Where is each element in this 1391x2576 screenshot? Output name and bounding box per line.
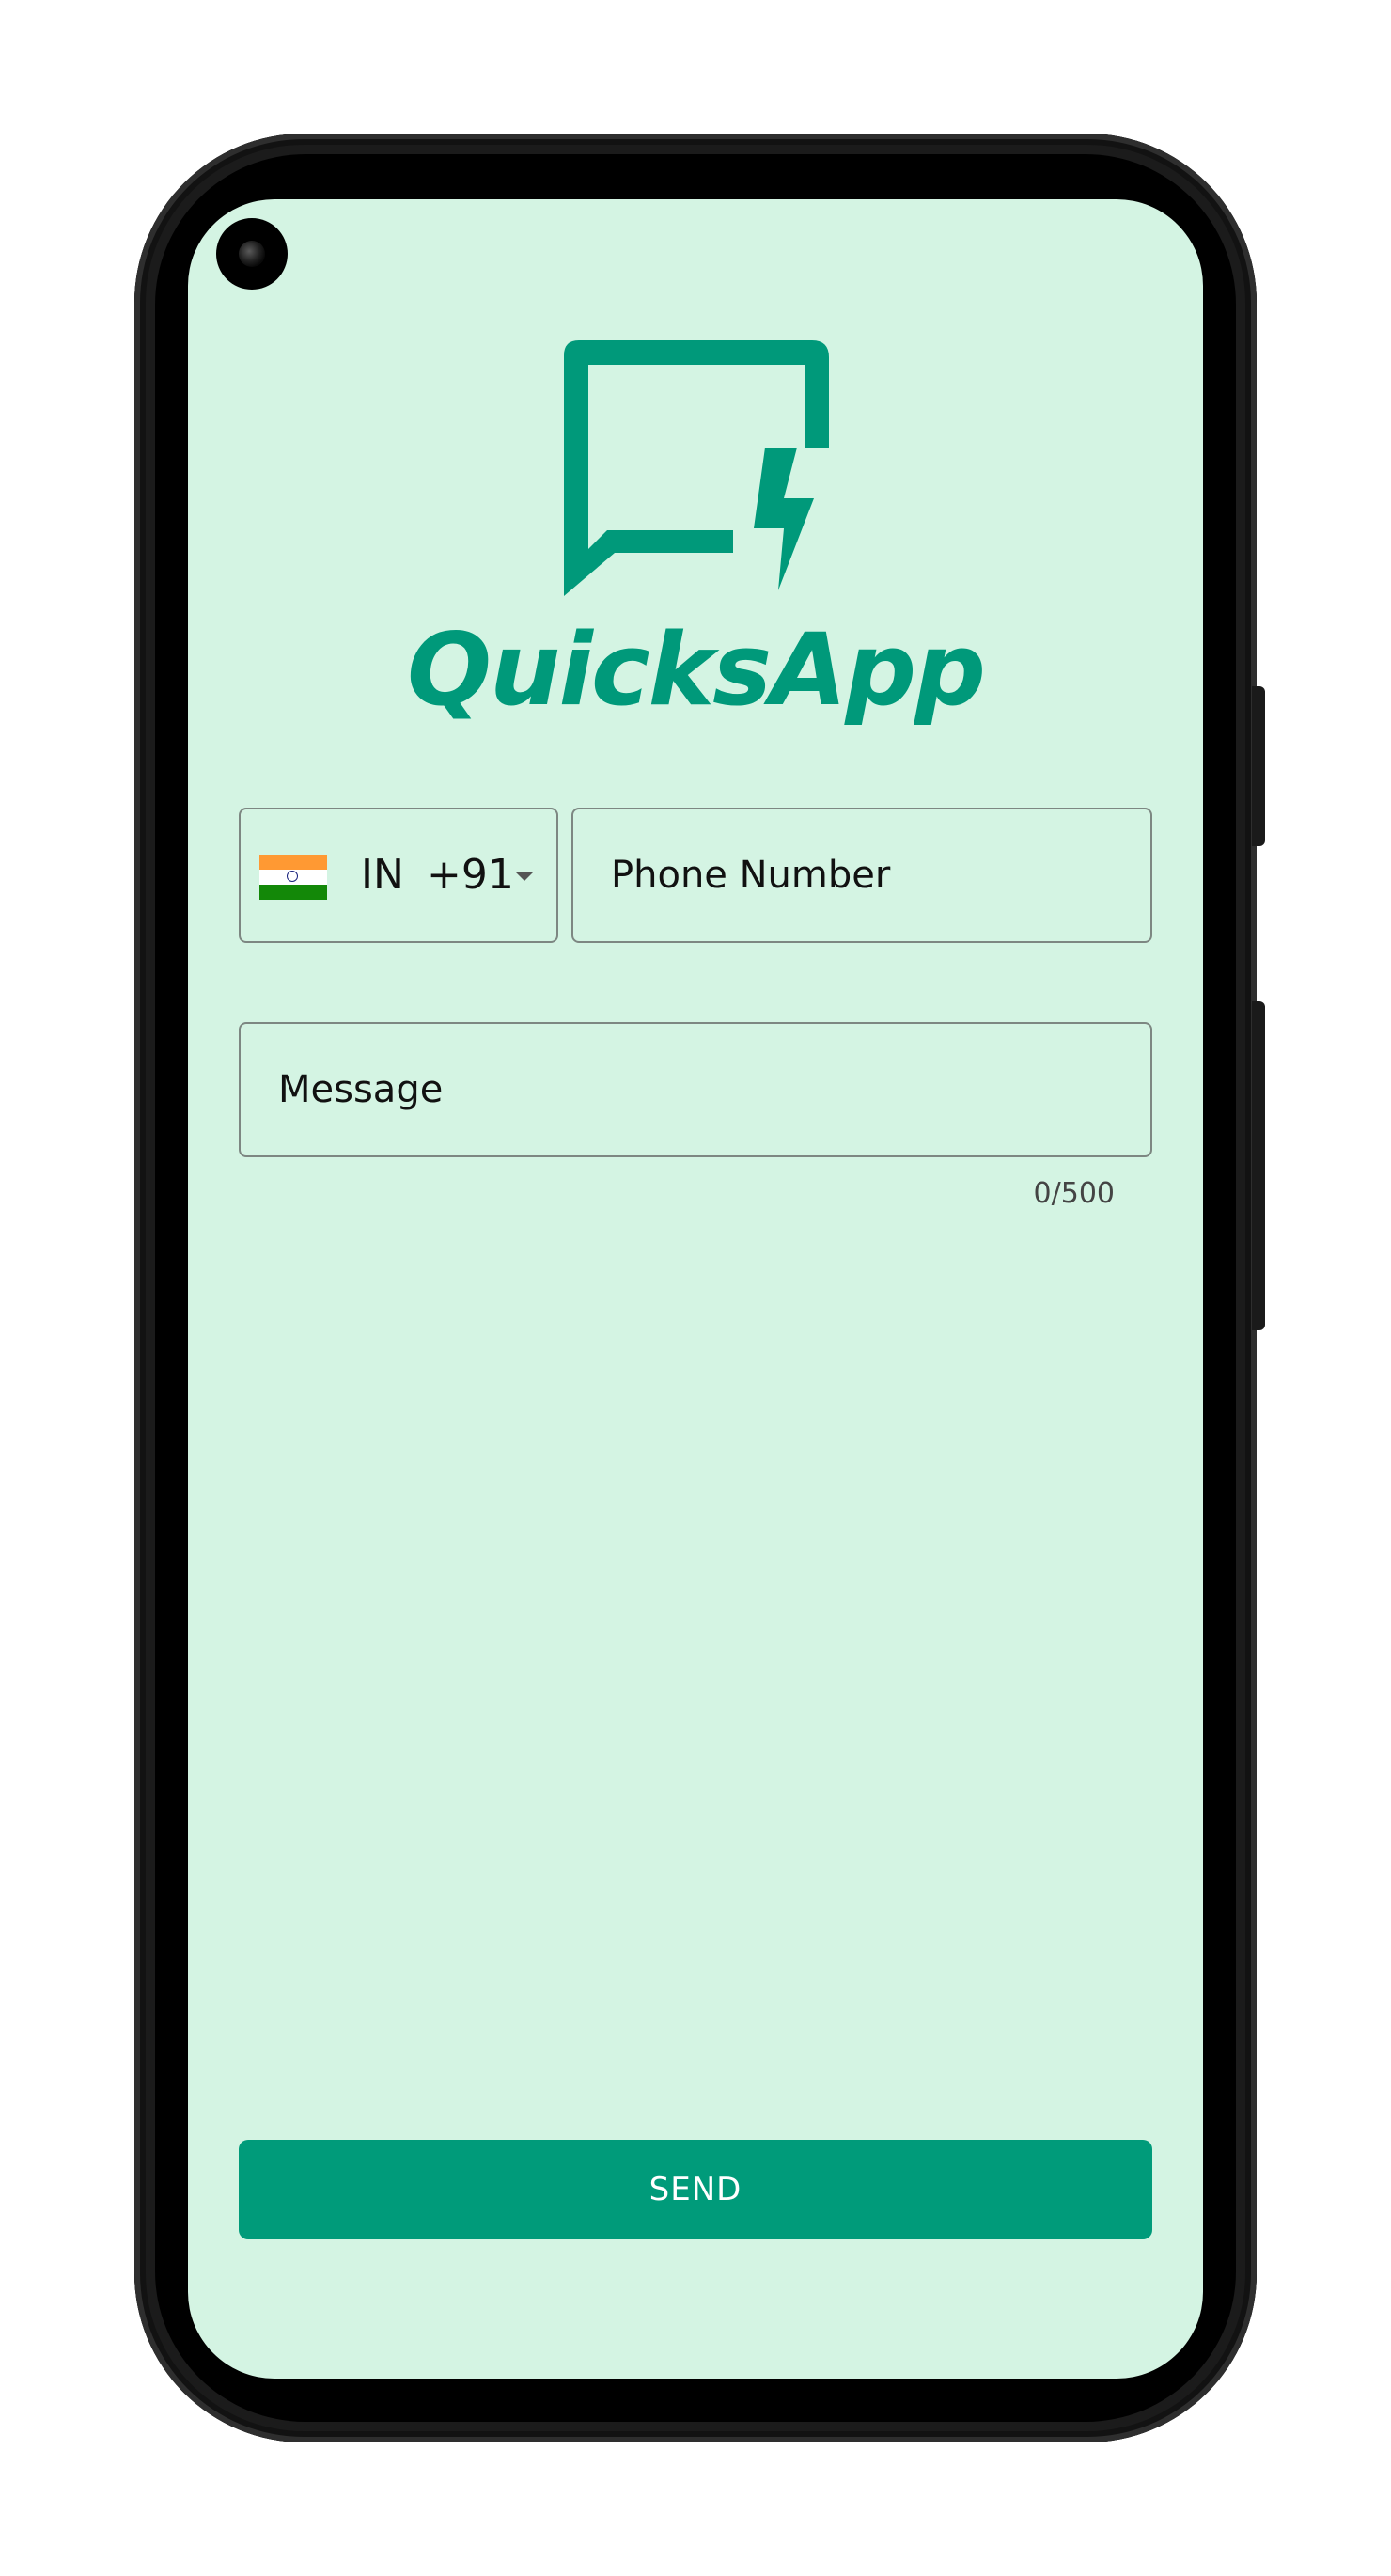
front-camera: [216, 218, 288, 290]
chat-bolt-icon: [564, 340, 829, 596]
app-title: QuicksApp: [406, 612, 986, 728]
volume-button: [1252, 1001, 1265, 1330]
india-flag-icon: [259, 855, 327, 900]
chevron-down-icon: [515, 872, 534, 881]
app-screen: QuicksApp IN +91 0/500 SEND: [188, 199, 1203, 2379]
phone-number-input[interactable]: [571, 808, 1152, 943]
country-picker[interactable]: IN +91: [239, 808, 558, 943]
country-code: IN: [361, 851, 404, 899]
message-input[interactable]: [239, 1022, 1152, 1157]
power-button: [1252, 686, 1265, 846]
send-button[interactable]: SEND: [239, 2140, 1152, 2239]
character-counter: 0/500: [1033, 1177, 1115, 1210]
dial-code: +91: [427, 851, 514, 899]
camera-lens: [239, 241, 265, 267]
